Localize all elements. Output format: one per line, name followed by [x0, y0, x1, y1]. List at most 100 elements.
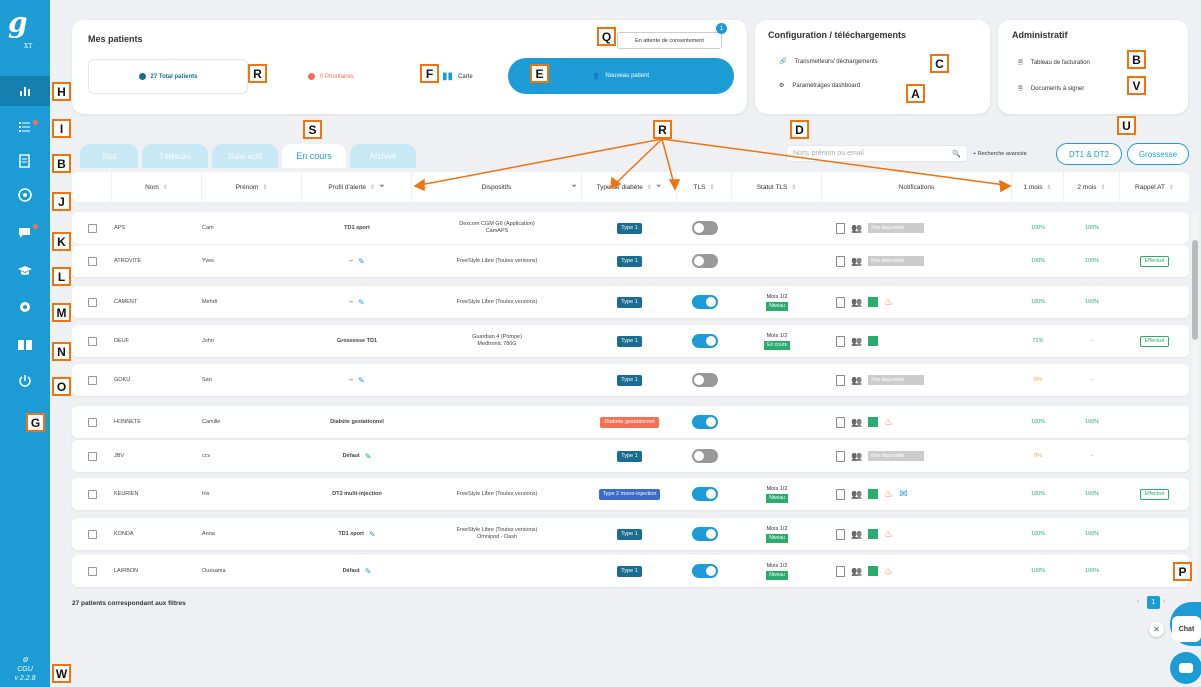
open-file-icon[interactable]	[87, 417, 97, 427]
users-icon[interactable]: 👥	[851, 375, 862, 384]
header-statut-tls[interactable]: Statut TLS ⇕	[732, 172, 822, 202]
edit-pencil-icon[interactable]: ✎	[358, 257, 365, 265]
tls-toggle[interactable]	[691, 221, 718, 235]
filter-icon[interactable]: ⏷	[1001, 183, 1007, 191]
header-tls[interactable]: TLS ⇕	[677, 172, 732, 202]
map-button[interactable]: ▮▮ Carte	[442, 59, 473, 94]
report-icon[interactable]	[836, 528, 845, 540]
tls-toggle[interactable]	[691, 487, 718, 501]
billing-link[interactable]: 🗎 Tableau de facturation	[1018, 58, 1090, 68]
users-icon[interactable]: 👥	[851, 489, 862, 498]
page-1-button[interactable]: 1	[1147, 596, 1160, 609]
header-dispositifs[interactable]: Dispositifs ⏷	[412, 172, 582, 202]
table-row[interactable]: CAMENT Mehdi -- ✎ FreeStyle Libre (Toutes ve…	[72, 286, 1189, 318]
edit-pencil-icon[interactable]: ✎	[369, 530, 376, 538]
report-icon[interactable]	[836, 374, 845, 386]
header-profil[interactable]: Profil d'alerte ⇕ ⏷	[302, 172, 412, 202]
tls-toggle[interactable]	[691, 373, 718, 387]
users-icon[interactable]: 👥	[851, 223, 862, 232]
users-icon[interactable]: 👥	[851, 336, 862, 345]
tls-toggle[interactable]	[691, 564, 718, 578]
users-icon[interactable]: 👥	[851, 566, 862, 575]
open-file-icon[interactable]	[87, 566, 97, 576]
nav-help[interactable]	[0, 330, 50, 360]
tls-toggle[interactable]	[691, 254, 718, 268]
nav-billing[interactable]	[0, 146, 50, 176]
search-input[interactable]: Nom, prénom ou email 🔍	[786, 145, 968, 162]
advanced-search-link[interactable]: + Recherche avancée	[973, 151, 1027, 157]
report-icon[interactable]	[836, 296, 845, 308]
open-file-icon[interactable]	[87, 451, 97, 461]
table-row[interactable]: KEURIEN Iris DT2 multi-injection FreeStyle …	[72, 478, 1189, 510]
report-icon[interactable]	[836, 488, 845, 500]
table-scrollbar[interactable]	[1192, 212, 1198, 584]
table-row[interactable]: KONDA Anna TD1 sport ✎ FreeStyle Libre (Tout…	[72, 518, 1189, 550]
tab-en-cours[interactable]: En cours	[282, 144, 346, 168]
transmitters-link[interactable]: 🔗 Transmetteurs/ déchargements	[779, 58, 878, 66]
scrollbar-thumb[interactable]	[1192, 240, 1198, 340]
header-rappel[interactable]: Rappel AT ⇕	[1120, 172, 1189, 202]
table-row[interactable]: ATROVITE Yves -- ✎ FreeStyle Libre (Toutes v…	[72, 245, 1189, 277]
header-notifications[interactable]: Notifications ⏷	[822, 172, 1012, 202]
header-1-mois[interactable]: 1 mois ⇕	[1012, 172, 1064, 202]
header-prenom[interactable]: Prénom ⇕	[202, 172, 302, 202]
nav-logout[interactable]	[0, 366, 50, 396]
filter-icon[interactable]: ⏷	[571, 183, 577, 191]
report-icon[interactable]	[836, 450, 845, 462]
header-type[interactable]: Type de diabète ⇕ ⏷	[582, 172, 677, 202]
open-file-icon[interactable]	[87, 336, 97, 346]
open-file-icon[interactable]	[87, 529, 97, 539]
dashboard-settings-link[interactable]: ⚙ Paramétrages dashboard	[779, 82, 860, 90]
users-icon[interactable]: 👥	[851, 529, 862, 538]
nav-list[interactable]	[0, 112, 50, 142]
documents-link[interactable]: 🗎 Documents à signer	[1018, 84, 1084, 94]
tls-toggle[interactable]	[691, 334, 718, 348]
tab-suivi-actif[interactable]: Suivi actif	[212, 144, 278, 168]
nav-monitoring[interactable]	[0, 180, 50, 210]
envelope-icon[interactable]: ✉	[899, 489, 907, 499]
tls-toggle[interactable]	[691, 527, 718, 541]
open-file-icon[interactable]	[87, 256, 97, 266]
app-logo[interactable]: g XT	[8, 8, 42, 51]
table-row[interactable]: HONNETE Camille Diabète gestationnel Diabèt…	[72, 406, 1189, 438]
header-nom[interactable]: Nom ⇕	[112, 172, 202, 202]
table-row[interactable]: LAIRBON Oussama Défaut ✎ Type 1 Mois 1/2 Nivea…	[72, 555, 1189, 587]
version-info[interactable]: ⚙ CGU v 2.2.8	[0, 656, 50, 683]
edit-pencil-icon[interactable]: ✎	[365, 452, 372, 460]
nav-settings[interactable]	[0, 292, 50, 322]
edit-pencil-icon[interactable]: ✎	[358, 298, 365, 306]
table-row[interactable]: APS Cam TD1 sport Dexcom CGM G6 (Applicatio…	[72, 212, 1189, 244]
open-file-icon[interactable]	[87, 489, 97, 499]
report-icon[interactable]	[836, 335, 845, 347]
users-icon[interactable]: 👥	[851, 297, 862, 306]
filter-dt-button[interactable]: DT1 & DT2	[1056, 143, 1122, 165]
consent-button[interactable]: En attente de consentement	[617, 32, 722, 49]
open-file-icon[interactable]	[87, 223, 97, 233]
users-icon[interactable]: 👥	[851, 451, 862, 460]
header-2-mois[interactable]: 2 mois ⇕	[1064, 172, 1120, 202]
table-row[interactable]: GOKU San -- ✎ Type 1 👥 Non disponible 0% -	[72, 364, 1189, 396]
tls-toggle[interactable]	[691, 449, 718, 463]
table-row[interactable]: JBV ccv Défaut ✎ Type 1 👥 Non disponible 0% -	[72, 440, 1189, 472]
edit-pencil-icon[interactable]: ✎	[365, 567, 372, 575]
total-patients-pill[interactable]: 27 Total patients	[88, 59, 248, 94]
chat-button[interactable]	[1170, 652, 1201, 684]
report-icon[interactable]	[836, 222, 845, 234]
report-icon[interactable]	[836, 565, 845, 577]
report-icon[interactable]	[836, 255, 845, 267]
edit-pencil-icon[interactable]: ✎	[358, 376, 365, 384]
prev-page-icon[interactable]: ‹	[1137, 598, 1139, 605]
tls-toggle[interactable]	[691, 415, 718, 429]
filter-icon[interactable]: ⏷	[379, 183, 385, 191]
priority-pill[interactable]: 0 Prioritaires	[308, 59, 354, 94]
nav-messages[interactable]	[0, 218, 50, 248]
table-row[interactable]: DEUF John Grossesse TD1 Guardian 4 (Pompe) …	[72, 325, 1189, 357]
close-icon[interactable]: ✕	[1149, 622, 1164, 637]
next-page-icon[interactable]: ›	[1163, 598, 1165, 605]
tab-tout[interactable]: Tout	[80, 144, 138, 168]
users-icon[interactable]: 👥	[851, 256, 862, 265]
tab-telesuivi[interactable]: Télésuivi	[142, 144, 208, 168]
report-icon[interactable]	[836, 416, 845, 428]
open-file-icon[interactable]	[87, 375, 97, 385]
open-file-icon[interactable]	[87, 297, 97, 307]
